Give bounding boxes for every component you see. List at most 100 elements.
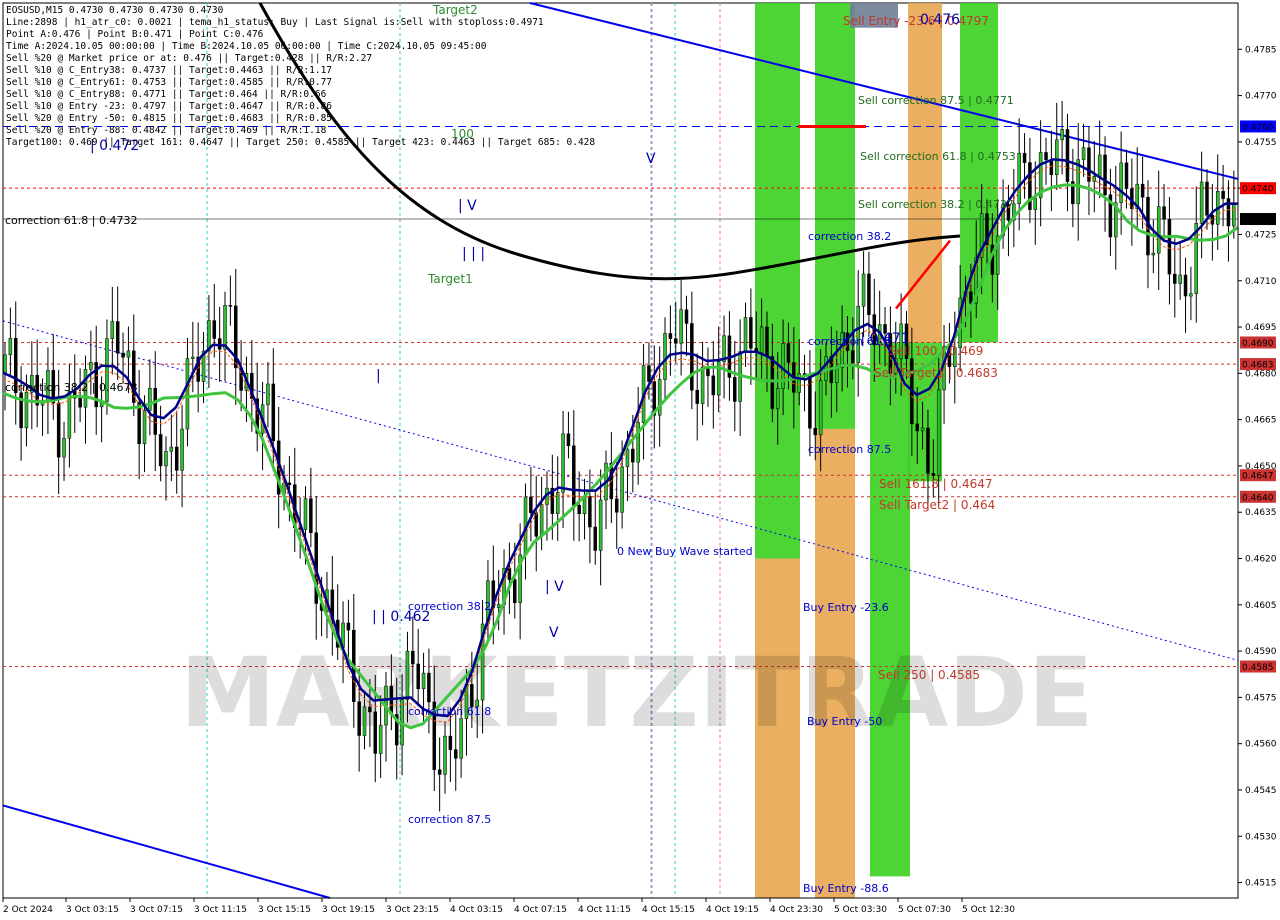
x-tick-label: 2 Oct 2024 — [3, 905, 53, 915]
candle-body — [614, 498, 619, 513]
level-label: Sell Target2 | 0.464 — [879, 498, 995, 512]
level-label: correction 61.8 | 0.4732 — [5, 214, 137, 227]
candle-body — [1097, 154, 1102, 177]
candle-body — [1199, 181, 1204, 224]
candle-body — [1173, 273, 1177, 284]
candle-body — [453, 749, 458, 759]
level-label: Buy Entry -23.6 — [803, 601, 889, 614]
info-line-5: Sell %10 @ C_Entry61: 0.4753 || Target:0… — [6, 77, 332, 88]
info-line-1: Point A:0.476 | Point B:0.471 | Point C:… — [6, 29, 264, 40]
level-label: Buy Entry -50 — [807, 715, 882, 728]
info-line-8: Sell %20 @ Entry -50: 0.4815 || Target:0… — [6, 113, 332, 124]
candle-body — [223, 305, 227, 350]
candle-body — [770, 356, 775, 409]
candle-body — [1156, 206, 1161, 254]
candle-body — [411, 650, 415, 665]
x-tick-label: 3 Oct 11:15 — [194, 905, 247, 915]
candle-body — [834, 367, 839, 384]
level-label: Sell 250 | 0.4585 — [878, 668, 980, 682]
y-tick-label: 0.4575 — [1245, 693, 1277, 703]
info-line-10: Target100: 0.469 || Target 161: 0.4647 |… — [6, 137, 595, 148]
candle-body — [566, 433, 571, 447]
wave-label: V — [549, 625, 559, 641]
y-tick-label: 0.4620 — [1245, 555, 1277, 565]
candle-body — [749, 317, 753, 349]
candle-body — [416, 663, 420, 690]
y-tick-label: 0.4560 — [1245, 740, 1277, 750]
candle-body — [437, 769, 442, 775]
watermark: MARKETZITRADE — [180, 637, 1094, 749]
candle-body — [1221, 190, 1225, 199]
candle-body — [507, 568, 512, 580]
candle-body — [89, 362, 93, 370]
candle-body — [1033, 197, 1038, 210]
candle-body — [663, 333, 667, 380]
candle-body — [148, 387, 152, 411]
zone-band-6 — [908, 3, 942, 343]
wave-label: | | | 0.471 — [842, 331, 910, 347]
candle-body — [357, 701, 361, 736]
y-tick-label: 0.4770 — [1245, 92, 1277, 102]
candle-body — [598, 499, 603, 551]
candle-body — [765, 326, 769, 357]
candle-body — [362, 706, 367, 736]
candle-body — [915, 423, 919, 432]
candle-body — [679, 309, 683, 344]
y-tick-label: 0.4590 — [1245, 647, 1277, 657]
price-chart[interactable]: MARKETZITRADE Sell Entry -23.6 | 0.4797 S… — [0, 0, 1280, 920]
candle-body — [169, 446, 174, 452]
level-label: Target2 — [432, 3, 478, 17]
x-tick-label: 5 Oct 07:30 — [898, 905, 951, 915]
x-tick-label: 4 Oct 03:15 — [450, 905, 503, 915]
candle-body — [271, 383, 276, 442]
y-tick-label: 0.4785 — [1245, 45, 1277, 55]
candle-body — [1022, 152, 1027, 163]
candle-body — [3, 354, 7, 374]
candle-body — [1103, 154, 1107, 195]
level-label: Sell Entry -23.6 | 0.4797 — [843, 14, 989, 28]
candle-body — [657, 379, 662, 416]
candle-body — [56, 402, 61, 458]
candle-body — [1183, 274, 1188, 297]
candle-body — [303, 498, 308, 530]
candle-body — [636, 422, 640, 463]
candle-body — [158, 434, 163, 467]
candle-body — [1140, 183, 1145, 198]
level-label: correction 87.5 — [808, 443, 891, 456]
candle-body — [1017, 152, 1021, 205]
candle-body — [1124, 162, 1129, 189]
info-line-7: Sell %10 @ Entry -23: 0.4797 || Target:0… — [6, 101, 332, 112]
wave-label: | | 0.462 — [372, 609, 430, 625]
info-line-0: Line:2898 | h1_atr_c0: 0.0021 | tema_h1_… — [6, 17, 544, 28]
candle-body — [443, 735, 447, 775]
candle-body — [459, 718, 463, 759]
x-tick-label: 3 Oct 07:15 — [130, 905, 183, 915]
candle-body — [174, 446, 179, 471]
y-tick-label: 0.4665 — [1245, 416, 1277, 426]
candle-body — [631, 448, 635, 463]
candle-body — [690, 323, 694, 391]
candle-body — [185, 358, 190, 430]
candle-body — [733, 377, 737, 402]
y-tick-label: 0.4515 — [1245, 879, 1277, 889]
candle-body — [8, 338, 13, 356]
chart-root: MARKETZITRADE Sell Entry -23.6 | 0.4797 S… — [0, 0, 1280, 920]
candle-body — [534, 512, 538, 537]
candle-body — [115, 321, 120, 354]
candle-body — [700, 366, 705, 404]
candle-body — [775, 388, 780, 409]
candle-body — [287, 482, 292, 485]
candle-body — [164, 451, 168, 467]
x-tick-label: 4 Oct 19:15 — [706, 905, 759, 915]
wave-label: | | | — [462, 246, 485, 262]
x-tick-label: 3 Oct 23:15 — [386, 905, 439, 915]
info-line-6: Sell %10 @ C_Entry88: 0.4771 || Target:0… — [6, 89, 327, 100]
candle-body — [759, 326, 764, 353]
y-tick-label: 0.4755 — [1245, 138, 1277, 148]
y-tick-label: 0.4545 — [1245, 786, 1277, 796]
y-tick-label: 0.4635 — [1245, 508, 1277, 518]
price-tag-label: 0.4585 — [1242, 663, 1274, 673]
price-tag-label: 0.4730 — [1242, 216, 1274, 226]
candle-body — [378, 724, 383, 754]
level-label: Sell 161.8 | 0.4647 — [879, 477, 993, 491]
